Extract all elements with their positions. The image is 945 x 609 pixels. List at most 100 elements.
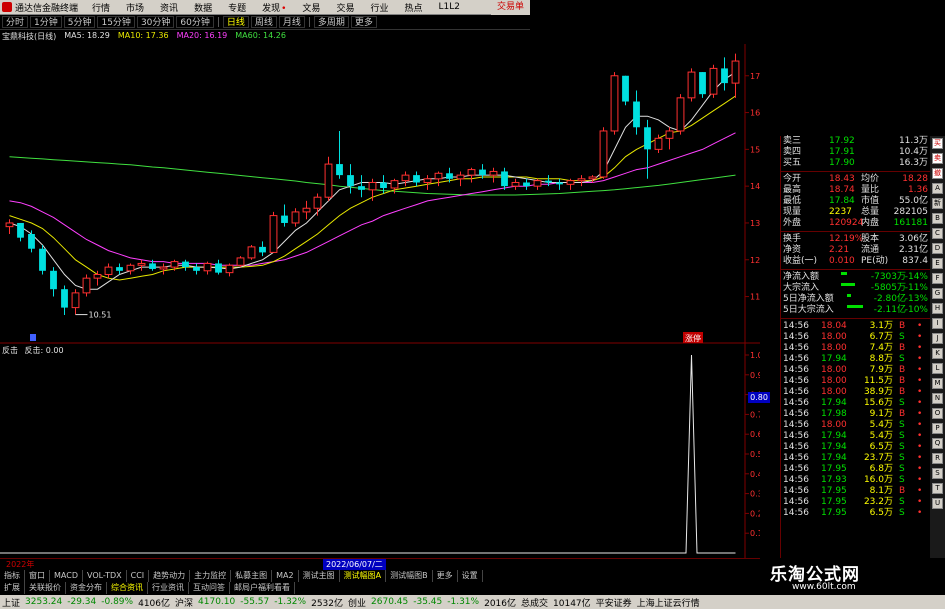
date-cursor-label: 2022/06/07/二	[323, 559, 386, 570]
side-tool-17[interactable]: N	[932, 393, 943, 404]
side-tool-14[interactable]: K	[932, 348, 943, 359]
menu-item-l1l2[interactable]: L1L2	[430, 2, 467, 12]
tick-price: 17.95	[821, 497, 847, 507]
side-tool-15[interactable]: L	[932, 363, 943, 374]
capital-flow-row: 5日净流入额 -2.80亿 -13%	[781, 294, 930, 305]
indicator-tab-7[interactable]: 私募主图	[231, 570, 273, 582]
side-tool-12[interactable]: I	[932, 318, 943, 329]
period-button-2[interactable]: 5分钟	[63, 16, 96, 28]
period-button-1[interactable]: 1分钟	[30, 16, 62, 28]
period-button-9[interactable]: 多周期	[313, 16, 349, 28]
candle-body-up	[93, 273, 102, 279]
side-tool-0[interactable]: 买	[932, 138, 943, 149]
side-tool-3[interactable]: A	[932, 183, 943, 194]
tick-time: 14:56	[783, 464, 809, 474]
candle-body-up	[225, 264, 234, 274]
info-tab-4[interactable]: 行业资讯	[148, 582, 189, 594]
side-tool-11[interactable]: H	[932, 303, 943, 314]
cy-label[interactable]: 创业	[348, 596, 366, 609]
period-button-3[interactable]: 15分钟	[97, 16, 135, 28]
indicator-tab-11[interactable]: 测试幅图B	[386, 570, 433, 582]
period-button-7[interactable]: 周线	[250, 16, 277, 28]
sh-change: -29.34	[67, 597, 97, 607]
info-tab-6[interactable]: 邮局户福利看看	[230, 582, 295, 594]
period-button-6[interactable]: 日线	[222, 16, 249, 28]
indicator-tab-2[interactable]: MACD	[50, 570, 83, 582]
indicator-tab-4[interactable]: CCI	[127, 570, 150, 582]
indicator-tab-6[interactable]: 主力监控	[190, 570, 232, 582]
side-tool-6[interactable]: C	[932, 228, 943, 239]
capital-flow-pct: -13%	[904, 294, 928, 304]
menu-item-hangqing[interactable]: 行情	[84, 1, 118, 14]
capital-flow-bar	[847, 294, 851, 297]
info-tab-0[interactable]: 扩展	[0, 582, 25, 594]
indicator-tab-9[interactable]: 测试主图	[299, 570, 340, 582]
side-tool-19[interactable]: P	[932, 423, 943, 434]
period-button-0[interactable]: 分时	[2, 16, 29, 28]
stat-label: 流通	[861, 245, 880, 255]
info-tab-3[interactable]: 综合资讯	[107, 582, 148, 594]
trade-order-button[interactable]: 交易单	[490, 0, 530, 15]
side-tool-1[interactable]: 卖	[932, 153, 943, 164]
menu-item-redian[interactable]: 热点	[396, 1, 430, 14]
side-tool-20[interactable]: Q	[932, 438, 943, 449]
quote-row: 现量 2237 总量 282105	[781, 207, 930, 218]
quote-row: 最高 18.74 量比 1.36	[781, 185, 930, 196]
sub-axis-label: 0.50	[750, 450, 760, 459]
candlestick-chart[interactable]: 17.00 16.00 15.00 14.00 13.00 12.00 11.00 10.51…	[0, 44, 760, 344]
low-annotation-label: 10.51	[89, 311, 112, 320]
side-tool-13[interactable]: J	[932, 333, 943, 344]
indicator-tab-3[interactable]: VOL-TDX	[83, 570, 127, 582]
period-button-8[interactable]: 月线	[278, 16, 305, 28]
period-button-10[interactable]: 更多	[350, 16, 377, 28]
menu-item-wenyi[interactable]: 文易	[294, 1, 328, 14]
info-tab-2[interactable]: 资金分布	[66, 582, 107, 594]
candle-body-up	[709, 67, 718, 95]
indicator-tab-1[interactable]: 窗口	[25, 570, 50, 582]
menu-item-shichang[interactable]: 市场	[118, 1, 152, 14]
indicator-tab-12[interactable]: 更多	[433, 570, 458, 582]
cy-change: -35.45	[413, 597, 443, 607]
period-button-5[interactable]: 60分钟	[176, 16, 214, 28]
side-tool-18[interactable]: O	[932, 408, 943, 419]
menu-item-zixun[interactable]: 资讯	[152, 1, 186, 14]
side-tool-10[interactable]: G	[932, 288, 943, 299]
menu-item-jiaoyi[interactable]: 交易	[328, 1, 362, 14]
menu-item-shuju[interactable]: 数据	[186, 1, 220, 14]
side-tool-16[interactable]: M	[932, 378, 943, 389]
sub-indicator-chart[interactable]: 1.000.900.800.700.600.500.400.300.200.10	[0, 343, 760, 558]
sz-label[interactable]: 沪深	[175, 596, 193, 609]
side-tool-2[interactable]: 撤	[932, 168, 943, 179]
info-tab-5[interactable]: 互动问答	[189, 582, 230, 594]
indicator-tab-5[interactable]: 趋势动力	[149, 570, 191, 582]
indicator-tab-8[interactable]: MA2	[272, 570, 299, 582]
info-tab-1[interactable]: 关联报价	[25, 582, 66, 594]
capital-flow-bar	[841, 272, 847, 275]
side-tool-22[interactable]: S	[932, 468, 943, 479]
side-tool-7[interactable]: D	[932, 243, 943, 254]
side-tool-4[interactable]: 新	[932, 198, 943, 209]
period-button-4[interactable]: 30分钟	[136, 16, 175, 28]
side-tool-21[interactable]: R	[932, 453, 943, 464]
total-label: 总成交	[521, 598, 549, 609]
indicator-tab-13[interactable]: 设置	[458, 570, 483, 582]
side-tool-24[interactable]: U	[932, 498, 943, 509]
side-tool-23[interactable]: T	[932, 483, 943, 494]
menu-item-hangye[interactable]: 行业	[362, 1, 396, 14]
broker-name: 平安证券	[595, 598, 632, 609]
sh-label[interactable]: 上证	[2, 596, 20, 609]
panel-divider	[781, 231, 930, 232]
side-tool-8[interactable]: E	[932, 258, 943, 269]
indicator-tab-10[interactable]: 测试幅图A	[340, 570, 387, 582]
menu-item-zhuanti[interactable]: 专题	[220, 1, 254, 14]
candle-body-down	[116, 267, 123, 271]
candle-body-up	[566, 180, 575, 185]
side-tool-9[interactable]: F	[932, 273, 943, 284]
candle-body-up	[236, 257, 245, 266]
menu-item-faxian[interactable]: 发现	[254, 1, 294, 14]
market-source: 上海上证云行情	[636, 598, 700, 609]
side-tool-5[interactable]: B	[932, 213, 943, 224]
indicator-tab-0[interactable]: 指标	[0, 570, 25, 582]
tick-row: 14:56 18.00 38.9万 B •	[781, 387, 930, 398]
candle-body-up	[324, 163, 333, 198]
